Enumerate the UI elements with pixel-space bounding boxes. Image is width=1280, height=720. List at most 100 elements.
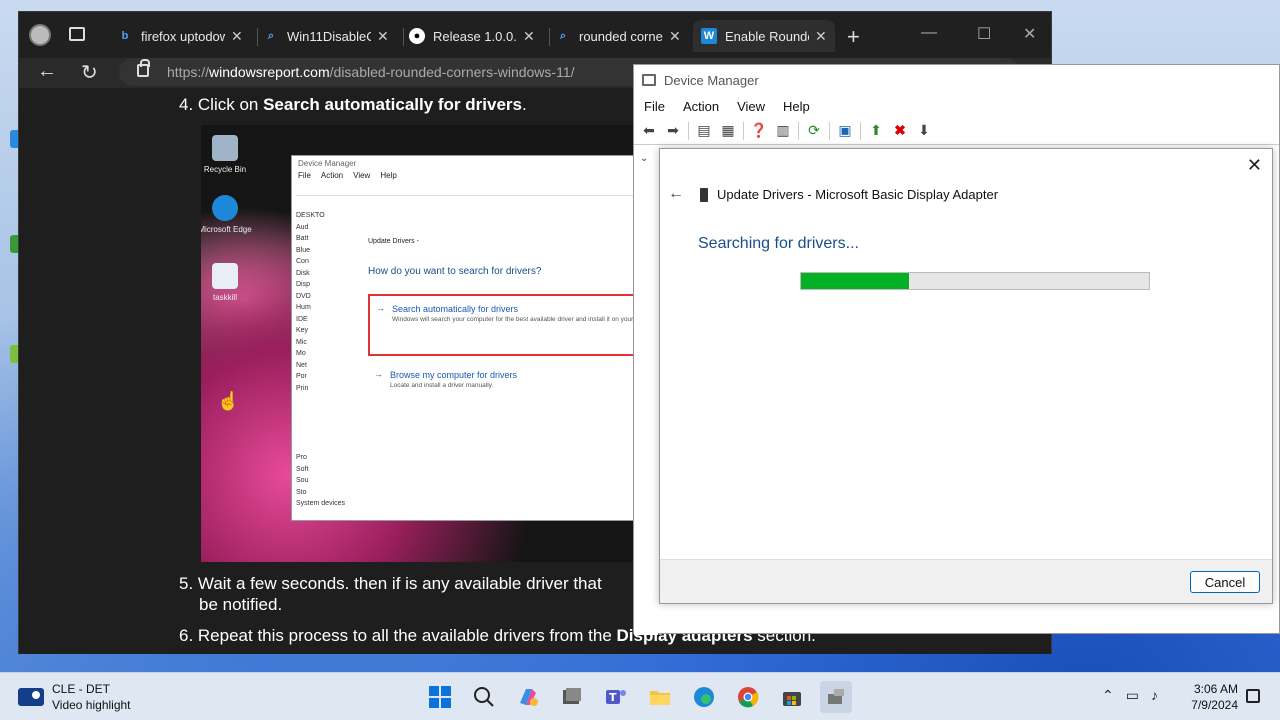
- bing-icon: b: [121, 30, 129, 42]
- tab-5-active[interactable]: W Enable Rounde ✕: [693, 20, 835, 52]
- tab-2[interactable]: ⌕ Win11DisableO ✕: [257, 20, 389, 52]
- close-icon[interactable]: ✕: [815, 28, 827, 45]
- menu-help[interactable]: Help: [783, 99, 810, 114]
- scan-hardware-icon[interactable]: ▣: [836, 122, 854, 140]
- embedded-heading: How do you want to search for drivers?: [368, 266, 542, 277]
- embedded-option-browse: Browse my computer for drivers Locate an…: [368, 362, 635, 390]
- device-manager-titlebar: Device Manager: [634, 65, 1279, 95]
- embedded-menu: File Action View Help: [298, 171, 397, 180]
- start-icon[interactable]: [424, 681, 456, 713]
- chevron-down-icon[interactable]: ⌄: [634, 149, 658, 164]
- device-tree: ⌄: [634, 149, 658, 635]
- add-driver-icon[interactable]: ⬆: [867, 122, 885, 140]
- task-view-icon[interactable]: [556, 681, 588, 713]
- update-driver-icon[interactable]: ⟳: [805, 122, 823, 140]
- back-icon[interactable]: ⬅: [640, 122, 658, 140]
- chevron-up-icon[interactable]: ⌃: [1102, 687, 1114, 704]
- display-adapter-icon: [700, 188, 708, 202]
- network-icon[interactable]: ▭: [1126, 687, 1139, 704]
- widget-subtitle: Video highlight: [52, 698, 131, 712]
- tab-separator: [403, 28, 404, 46]
- taskbar: CLE - DET Video highlight T ⌃ ▭ ♪ 3:06 A…: [0, 672, 1280, 720]
- menu-action[interactable]: Action: [683, 99, 719, 114]
- github-icon: ●: [409, 28, 425, 44]
- lock-icon[interactable]: [137, 59, 150, 77]
- menu-bar: File Action View Help: [634, 95, 1279, 117]
- back-arrow-icon[interactable]: ←: [668, 185, 684, 203]
- notification-icon[interactable]: [1246, 689, 1260, 703]
- news-widget[interactable]: CLE - DET Video highlight: [18, 681, 131, 713]
- tab-3[interactable]: ● Release 1.0.0.3 ✕: [403, 20, 535, 52]
- dialog-footer: Cancel: [660, 559, 1272, 603]
- file-explorer-icon[interactable]: [644, 681, 676, 713]
- volume-icon[interactable]: ♪: [1151, 687, 1158, 704]
- clock-date: 7/9/2024: [1191, 698, 1238, 712]
- embedded-dialog-title: Update Drivers -: [368, 238, 419, 245]
- menu-file[interactable]: File: [644, 99, 665, 114]
- tab-1[interactable]: b firefox uptodow ✕: [117, 20, 243, 52]
- copilot-icon[interactable]: [512, 681, 544, 713]
- edge-icon[interactable]: [688, 681, 720, 713]
- view-icon[interactable]: ▥: [774, 122, 792, 140]
- window-title: Device Manager: [664, 72, 759, 88]
- step-4-text: 4. Click on Search automatically for dri…: [179, 95, 527, 114]
- tab-label: rounded corne: [579, 28, 663, 44]
- cancel-button[interactable]: Cancel: [1190, 571, 1260, 593]
- toolbar-separator: [798, 121, 799, 140]
- close-icon[interactable]: ✕: [377, 28, 389, 45]
- show-hide-tree-icon[interactable]: ▤: [695, 122, 713, 140]
- tab-separator: [257, 28, 258, 46]
- forward-icon[interactable]: ➡: [664, 122, 682, 140]
- clock[interactable]: 3:06 AM 7/9/2024: [1186, 681, 1238, 713]
- download-icon[interactable]: ⬇: [915, 122, 933, 140]
- w-icon: W: [701, 28, 717, 44]
- help-icon[interactable]: ❓: [750, 122, 768, 140]
- toolbar: ⬅ ➡ ▤ ▦ ❓ ▥ ⟳ ▣ ⬆ ✖ ⬇: [634, 117, 1279, 145]
- close-icon[interactable]: ✕: [523, 28, 535, 45]
- embedded-device-manager: Device Manager File Action View Help DESKTO…: [291, 155, 635, 521]
- teams-icon[interactable]: T: [600, 681, 632, 713]
- device-manager-taskbar-icon[interactable]: [820, 681, 852, 713]
- chrome-icon[interactable]: [732, 681, 764, 713]
- tab-4[interactable]: ⌕ rounded corne ✕: [549, 20, 681, 52]
- search-status-text: Searching for drivers...: [698, 235, 859, 252]
- update-drivers-dialog: ✕ ← Update Drivers - Microsoft Basic Dis…: [659, 148, 1273, 604]
- toolbar-separator: [743, 121, 744, 140]
- svg-text:T: T: [609, 691, 617, 704]
- tab-bar: b firefox uptodow ✕ ⌕ Win11DisableO ✕ ● …: [19, 12, 1051, 58]
- tab-separator: [549, 28, 550, 46]
- taskkill-icon: taskkill: [201, 263, 255, 302]
- url-text[interactable]: https://windowsreport.com/disabled-round…: [167, 64, 575, 80]
- embedded-screenshot: Recycle Bin Microsoft Edge taskkill ☝ De…: [201, 125, 635, 562]
- embedded-tree: DESKTO Aud Batt Blue Con Disk Disp DVD Hum IDE Key…: [296, 212, 346, 507]
- maximize-icon[interactable]: ☐: [977, 24, 991, 44]
- properties-icon[interactable]: ▦: [719, 122, 737, 140]
- new-tab-icon[interactable]: +: [847, 24, 860, 50]
- search-icon[interactable]: [468, 681, 500, 713]
- dialog-title: Update Drivers - Microsoft Basic Display…: [717, 187, 999, 202]
- recycle-bin-icon: Recycle Bin: [201, 135, 255, 174]
- menu-view[interactable]: View: [737, 99, 765, 114]
- tab-label: Enable Rounde: [725, 28, 809, 44]
- profile-avatar-icon[interactable]: [29, 24, 51, 46]
- taskbar-apps: T: [424, 681, 852, 713]
- search-icon: ⌕: [267, 29, 275, 42]
- search-progress-bar: [800, 272, 1150, 290]
- embedded-toolbar: [296, 182, 635, 196]
- computer-icon: [642, 74, 656, 86]
- close-window-icon[interactable]: ✕: [1023, 24, 1036, 44]
- clock-time: 3:06 AM: [1193, 682, 1238, 696]
- store-icon[interactable]: [776, 681, 808, 713]
- close-icon[interactable]: ✕: [1247, 155, 1262, 176]
- embedded-title: Device Manager: [298, 159, 357, 168]
- step-5-text: 5. Wait a few seconds. then if is any av…: [179, 574, 602, 614]
- close-icon[interactable]: ✕: [669, 28, 681, 45]
- search-icon: ⌕: [559, 29, 567, 42]
- back-arrow-icon[interactable]: ←: [37, 60, 57, 83]
- refresh-icon[interactable]: ↻: [81, 60, 98, 85]
- tab-actions-icon[interactable]: [69, 27, 85, 41]
- minimize-icon[interactable]: —: [921, 24, 937, 42]
- tab-label: Release 1.0.0.3: [433, 28, 517, 44]
- close-icon[interactable]: ✕: [231, 28, 243, 45]
- uninstall-icon[interactable]: ✖: [891, 122, 909, 140]
